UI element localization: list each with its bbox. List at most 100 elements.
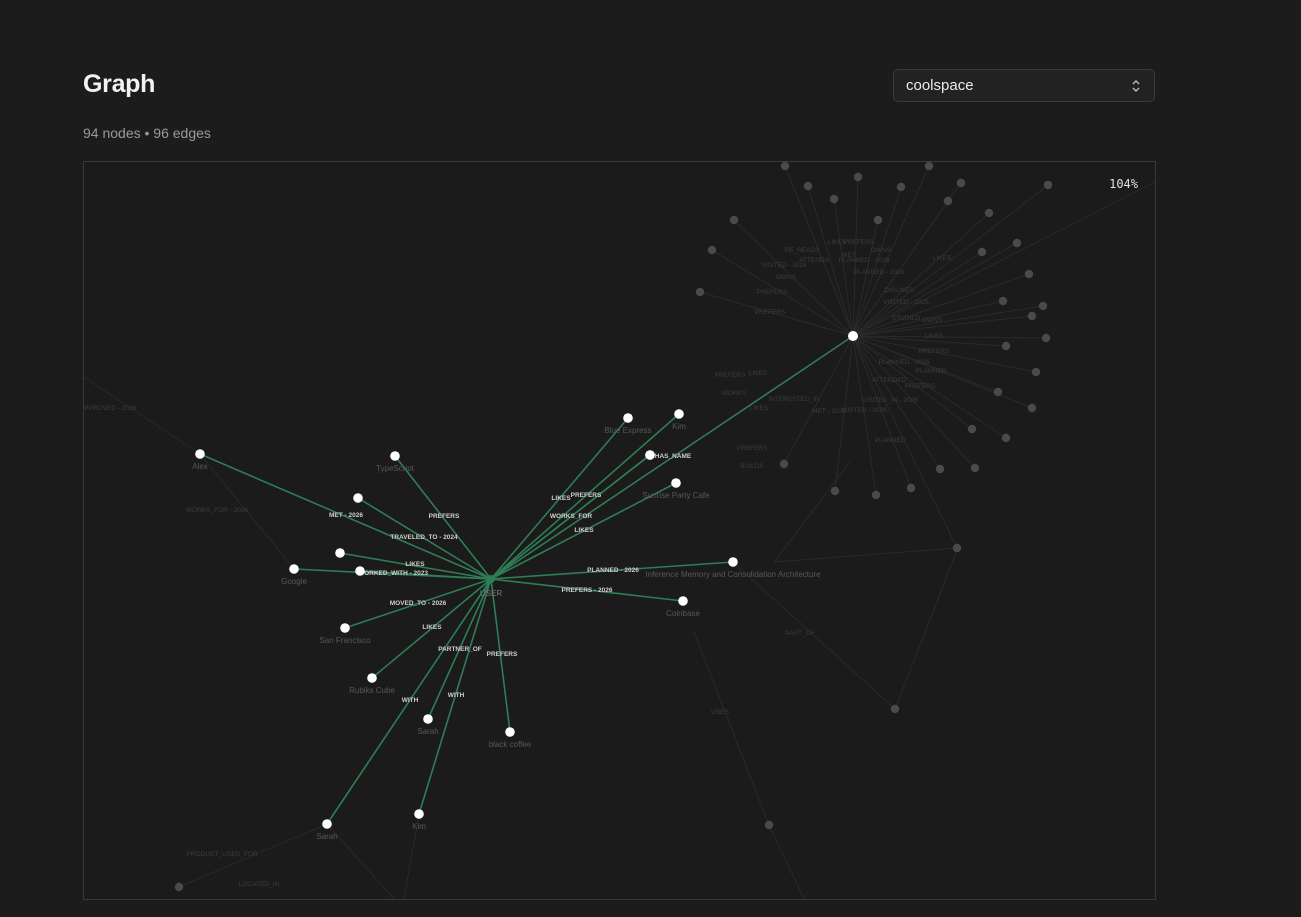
faded-node[interactable]	[873, 215, 883, 225]
faded-edge-label: LIKES	[749, 370, 768, 377]
graph-node[interactable]	[423, 714, 433, 724]
faded-node[interactable]	[967, 424, 977, 434]
faded-edge-label: LIKES	[933, 255, 952, 262]
graph-node[interactable]	[674, 409, 684, 419]
faded-node[interactable]	[1001, 341, 1011, 351]
graph-node[interactable]	[367, 673, 377, 683]
graph-node[interactable]	[645, 450, 655, 460]
faded-node[interactable]	[924, 162, 934, 171]
faded-edge-label: RE_READS	[784, 247, 820, 254]
node-label: Google	[281, 577, 307, 586]
faded-node[interactable]	[779, 459, 789, 469]
node-label: Kim	[672, 422, 686, 431]
faded-edge	[773, 461, 851, 563]
faded-node[interactable]	[695, 287, 705, 297]
edge-label: WORKS_FOR	[550, 513, 593, 520]
faded-edge-label: PRODUCT_USED_FOR	[186, 851, 257, 858]
graph-svg[interactable]: RE_READSLIKESPREFERSOWNSMETATTENDS PLANNE…	[84, 162, 1155, 899]
faded-node[interactable]	[1012, 238, 1022, 248]
faded-node[interactable]	[1024, 269, 1034, 279]
edge-label: PLANNED - 2026	[587, 567, 639, 574]
graph-node[interactable]	[414, 809, 424, 819]
graph-node[interactable]	[353, 493, 363, 503]
faded-node[interactable]	[871, 490, 881, 500]
space-select[interactable]: coolspace	[893, 69, 1155, 102]
faded-edge-label: OWNS	[922, 317, 943, 324]
faded-node[interactable]	[984, 208, 994, 218]
edge-label: WITH	[448, 692, 465, 699]
faded-node[interactable]	[830, 486, 840, 496]
graph-node[interactable]	[340, 623, 350, 633]
edge-label: MOVED_TO - 2026	[390, 600, 447, 607]
faded-node[interactable]	[1043, 180, 1053, 190]
graph-node[interactable]	[195, 449, 205, 459]
graph-stats: 94 nodes • 96 edges	[83, 125, 211, 141]
center-node-label: USER	[480, 589, 502, 598]
faded-node[interactable]	[853, 172, 863, 182]
chevron-up-down-icon	[1132, 79, 1140, 92]
edge-label: LIKES	[405, 561, 425, 568]
graph-node[interactable]	[505, 727, 515, 737]
faded-edge-label: STUDIED	[892, 315, 921, 322]
faded-edge-label: PLANNED - 2026	[879, 359, 930, 366]
faded-node[interactable]	[780, 162, 790, 171]
faded-node[interactable]	[707, 245, 717, 255]
node-label: black coffee	[489, 740, 532, 749]
graph-node[interactable]	[623, 413, 633, 423]
graph-node[interactable]	[390, 451, 400, 461]
hub-node[interactable]	[848, 331, 858, 341]
faded-edge-label: PLANNED - 2026	[854, 269, 905, 276]
faded-node[interactable]	[1001, 433, 1011, 443]
faded-edge-label: PREFERS	[919, 348, 950, 355]
faded-node[interactable]	[829, 194, 839, 204]
faded-node[interactable]	[764, 820, 774, 830]
graph-node[interactable]	[322, 819, 332, 829]
faded-edge-label: PREFERS	[715, 372, 746, 379]
faded-node[interactable]	[935, 464, 945, 474]
graph-node[interactable]	[671, 478, 681, 488]
graph-node[interactable]	[728, 557, 738, 567]
faded-node[interactable]	[956, 178, 966, 188]
faded-edge-label: PREFERS	[905, 383, 936, 390]
graph-canvas[interactable]: RE_READS LIKES PREFERS OWNS MET ATTENDS PLANNE…	[83, 161, 1156, 900]
faded-node[interactable]	[1038, 301, 1048, 311]
faded-node[interactable]	[890, 704, 900, 714]
faded-node[interactable]	[896, 182, 906, 192]
node-label: TypeScript	[376, 464, 415, 473]
space-select-value: coolspace	[906, 77, 974, 94]
faded-node[interactable]	[803, 181, 813, 191]
faded-edge-label: VISITED - 2026	[883, 299, 929, 306]
faded-edge-label: INTERESTED_IN	[768, 396, 820, 403]
faded-node[interactable]	[729, 215, 739, 225]
faded-node[interactable]	[1041, 333, 1051, 343]
faded-edge-label: PART_OF	[785, 630, 814, 637]
faded-node[interactable]	[1027, 403, 1037, 413]
graph-node[interactable]	[678, 596, 688, 606]
graph-node[interactable]	[335, 548, 345, 558]
edge-label: PREFERS	[429, 513, 460, 520]
edge-label: LIKES	[551, 495, 571, 502]
faded-node[interactable]	[174, 882, 184, 892]
faded-node[interactable]	[1027, 311, 1037, 321]
faded-node[interactable]	[906, 483, 916, 493]
faded-node[interactable]	[952, 543, 962, 553]
faded-edge-label: ATTENDED	[872, 377, 907, 384]
faded-edge-label: LIKES	[925, 333, 944, 340]
faded-node[interactable]	[943, 196, 953, 206]
faded-edge-label: PREFERS	[844, 239, 875, 246]
faded-edge	[693, 631, 770, 826]
node-label: Coinbase	[666, 609, 700, 618]
faded-edge	[833, 198, 854, 337]
graph-node[interactable]	[289, 564, 299, 574]
node-label: Alex	[192, 462, 208, 471]
node-label: Sarah	[316, 832, 337, 841]
faded-node[interactable]	[993, 387, 1003, 397]
faded-node[interactable]	[1031, 367, 1041, 377]
graph-node[interactable]	[355, 566, 365, 576]
faded-node[interactable]	[977, 247, 987, 257]
faded-node[interactable]	[970, 463, 980, 473]
node-label: San Francisco	[319, 636, 371, 645]
edge-label: WORKED_WITH - 2023	[358, 570, 428, 577]
faded-node[interactable]	[998, 296, 1008, 306]
center-node[interactable]	[487, 575, 495, 583]
